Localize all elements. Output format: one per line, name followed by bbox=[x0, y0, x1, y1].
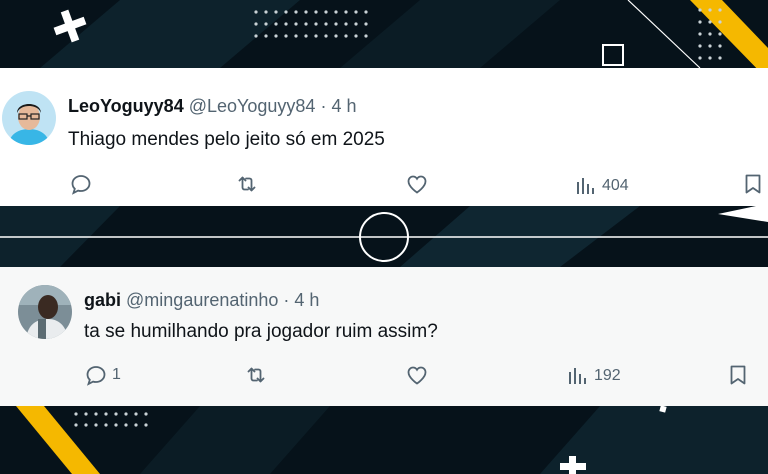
user-handle[interactable]: @mingaurenatinho bbox=[126, 290, 278, 310]
reply-button[interactable] bbox=[69, 172, 97, 196]
user-handle[interactable]: @LeoYoguyy84 bbox=[189, 96, 316, 116]
reply-icon bbox=[86, 366, 106, 386]
tweet-card[interactable]: gabi @mingaurenatinho · 4 h ta se humilh… bbox=[0, 267, 768, 406]
reply-icon bbox=[71, 175, 91, 195]
tweet-text: Thiago mendes pelo jeito só em 2025 bbox=[68, 129, 385, 150]
avatar[interactable] bbox=[18, 285, 72, 339]
views-icon bbox=[569, 368, 586, 384]
timestamp[interactable]: · 4 h bbox=[320, 96, 356, 116]
tweet-text: ta se humilhando pra jogador ruim assim? bbox=[84, 321, 438, 342]
like-button[interactable] bbox=[405, 363, 429, 387]
views-count: 192 bbox=[594, 367, 621, 384]
yellow-stripe-bottom bbox=[16, 406, 100, 474]
views-button[interactable]: 404 bbox=[574, 174, 629, 198]
tweet-header: gabi @mingaurenatinho · 4 h bbox=[84, 290, 319, 311]
like-button[interactable] bbox=[405, 172, 429, 196]
reply-button[interactable]: 1 bbox=[84, 363, 121, 387]
retweet-icon bbox=[238, 176, 256, 192]
retweet-button[interactable] bbox=[244, 363, 268, 387]
like-icon bbox=[407, 366, 427, 385]
user-name[interactable]: LeoYoguyy84 bbox=[68, 96, 184, 116]
views-icon bbox=[577, 178, 594, 194]
reply-count: 1 bbox=[112, 366, 121, 383]
tweet-card[interactable]: LeoYoguyy84 @LeoYoguyy84 · 4 h Thiago me… bbox=[0, 68, 768, 206]
bookmark-icon bbox=[730, 365, 746, 385]
like-icon bbox=[407, 175, 427, 194]
timestamp[interactable]: · 4 h bbox=[283, 290, 319, 310]
user-name[interactable]: gabi bbox=[84, 290, 121, 310]
bookmark-button[interactable] bbox=[726, 363, 750, 387]
retweet-button[interactable] bbox=[235, 172, 259, 196]
tweet-header: LeoYoguyy84 @LeoYoguyy84 · 4 h bbox=[68, 96, 356, 117]
bookmark-button[interactable] bbox=[741, 172, 765, 196]
views-count: 404 bbox=[602, 177, 629, 194]
views-button[interactable]: 192 bbox=[566, 364, 621, 388]
retweet-icon bbox=[247, 367, 265, 383]
avatar[interactable] bbox=[2, 91, 56, 145]
square-outline bbox=[602, 44, 624, 66]
bookmark-icon bbox=[745, 174, 761, 194]
